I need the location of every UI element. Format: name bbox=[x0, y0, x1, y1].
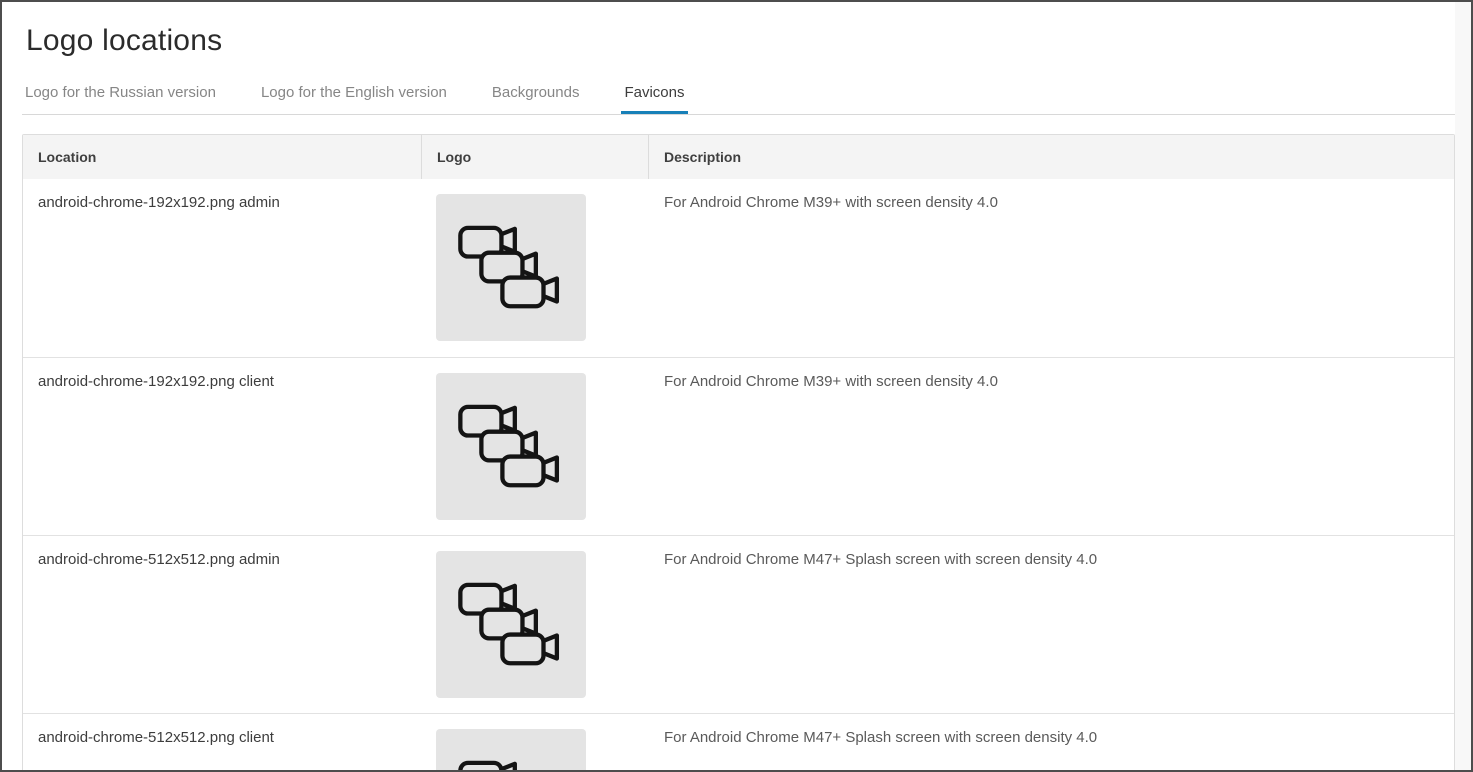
tab-favicons[interactable]: Favicons bbox=[621, 84, 687, 114]
favicon-preview bbox=[436, 729, 586, 772]
logo-cell bbox=[421, 358, 648, 535]
location-cell: android-chrome-512x512.png client bbox=[23, 714, 421, 772]
tab-backgrounds[interactable]: Backgrounds bbox=[489, 84, 583, 114]
scrollbar-track[interactable] bbox=[1455, 2, 1471, 770]
column-header-logo: Logo bbox=[421, 135, 648, 179]
description-cell: For Android Chrome M39+ with screen dens… bbox=[648, 358, 1454, 535]
description-cell: For Android Chrome M39+ with screen dens… bbox=[648, 179, 1454, 357]
table-row: android-chrome-512x512.png client bbox=[23, 713, 1454, 772]
favicon-preview bbox=[436, 551, 586, 698]
table-header-row: Location Logo Description bbox=[23, 135, 1454, 179]
column-header-description: Description bbox=[648, 135, 1454, 179]
favicon-preview bbox=[436, 194, 586, 341]
favicons-table: Location Logo Description android-chrome… bbox=[22, 134, 1455, 772]
description-cell: For Android Chrome M47+ Splash screen wi… bbox=[648, 536, 1454, 713]
table-row: android-chrome-192x192.png client bbox=[23, 357, 1454, 535]
location-cell: android-chrome-512x512.png admin bbox=[23, 536, 421, 713]
location-cell: android-chrome-192x192.png client bbox=[23, 358, 421, 535]
video-cameras-icon bbox=[456, 760, 566, 772]
favicon-preview bbox=[436, 373, 586, 520]
video-cameras-icon bbox=[456, 404, 566, 490]
description-cell: For Android Chrome M47+ Splash screen wi… bbox=[648, 714, 1454, 772]
location-cell: android-chrome-192x192.png admin bbox=[23, 179, 421, 357]
logo-cell bbox=[421, 179, 648, 357]
table-row: android-chrome-192x192.png admin bbox=[23, 179, 1454, 357]
column-header-location: Location bbox=[23, 135, 421, 179]
tab-bar: Logo for the Russian version Logo for th… bbox=[22, 84, 1455, 115]
video-cameras-icon bbox=[456, 582, 566, 668]
logo-cell bbox=[421, 714, 648, 772]
logo-locations-page: Logo locations Logo for the Russian vers… bbox=[0, 0, 1473, 772]
tab-logo-russian[interactable]: Logo for the Russian version bbox=[22, 84, 219, 114]
logo-cell bbox=[421, 536, 648, 713]
page-title: Logo locations bbox=[2, 2, 1471, 58]
table-row: android-chrome-512x512.png admin bbox=[23, 535, 1454, 713]
tab-logo-english[interactable]: Logo for the English version bbox=[258, 84, 450, 114]
video-cameras-icon bbox=[456, 225, 566, 311]
